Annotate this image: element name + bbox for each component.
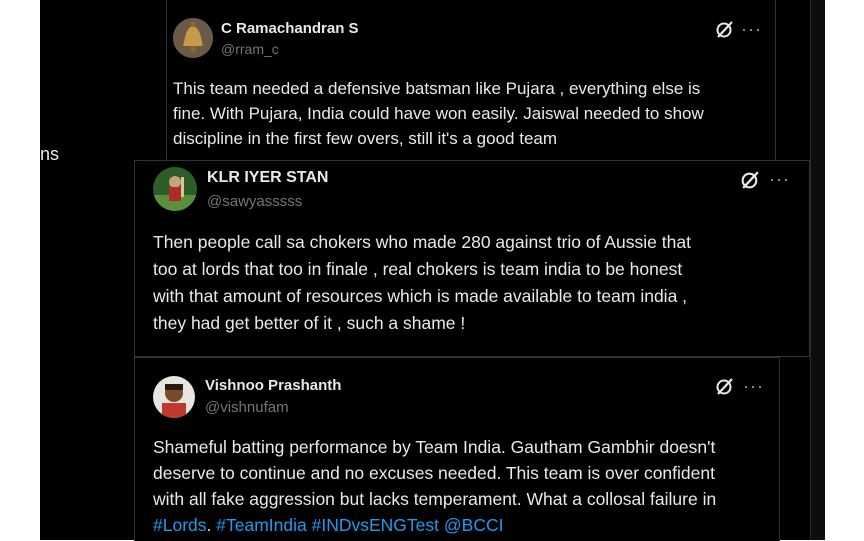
author-handle[interactable]: @vishnufam <box>205 399 289 416</box>
grok-slash-icon[interactable] <box>740 169 761 195</box>
reply-card-2[interactable]: KLR IYER STAN @sawyasssss ··· Then peopl… <box>134 160 810 357</box>
author-name[interactable]: KLR IYER STAN <box>207 169 328 187</box>
avatar[interactable] <box>153 167 197 211</box>
bell-avatar-icon <box>173 18 213 58</box>
author-name[interactable]: C Ramachandran S <box>221 20 359 37</box>
post-text-line: with all fake aggression but lacks tempe… <box>153 489 717 509</box>
right-scroll-strip <box>810 0 825 540</box>
post-text: This team needed a defensive batsman lik… <box>173 79 704 148</box>
author-handle[interactable]: @sawyasssss <box>207 193 302 210</box>
left-nav-fragment: ns <box>40 144 60 164</box>
cricket-player-avatar-icon <box>153 167 197 211</box>
avatar[interactable] <box>153 376 195 418</box>
more-options-icon[interactable]: ··· <box>769 170 790 188</box>
post-text: Then people call sa chokers who made 280… <box>153 232 691 333</box>
hashtag-link[interactable]: #Lords <box>153 515 207 535</box>
punctuation: . <box>206 515 212 535</box>
hashtag-link[interactable]: #INDvsENGTest <box>312 515 439 535</box>
more-options-icon[interactable]: ··· <box>741 20 762 38</box>
author-name[interactable]: Vishnoo Prashanth <box>205 377 341 394</box>
hashtag-link[interactable]: #TeamIndia <box>216 515 306 535</box>
author-handle[interactable]: @rram_c <box>221 41 279 57</box>
reply-card-1[interactable]: C Ramachandran S @rram_c ··· This team n… <box>166 0 776 161</box>
reply-card-3[interactable]: Vishnoo Prashanth @vishnufam ··· Shamefu… <box>134 357 780 541</box>
post-text: Shameful batting performance by Team Ind… <box>153 434 773 538</box>
more-options-icon[interactable]: ··· <box>743 377 764 395</box>
mention-link[interactable]: @BCCI <box>444 515 504 535</box>
post-hashtag-line: #Lords. #TeamIndia #INDvsENGTest @BCCI <box>153 512 773 538</box>
avatar[interactable] <box>173 18 213 58</box>
grok-slash-icon[interactable] <box>715 376 735 401</box>
post-text-line: Shameful batting performance by Team Ind… <box>153 437 716 457</box>
person-avatar-icon <box>153 376 195 418</box>
post-text-line: deserve to continue and no excuses neede… <box>153 463 715 483</box>
grok-slash-icon[interactable] <box>715 19 735 44</box>
